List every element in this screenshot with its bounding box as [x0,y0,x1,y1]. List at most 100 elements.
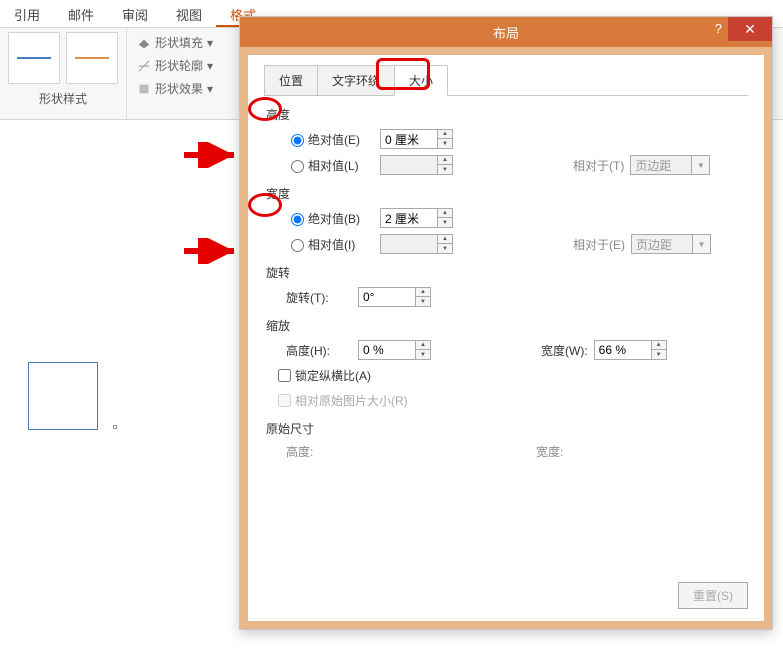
ribbon-tab-mail[interactable]: 邮件 [54,0,108,27]
spin-down-icon[interactable]: ▼ [652,350,666,359]
spin-up-icon[interactable]: ▲ [416,341,430,350]
ribbon-tab-review[interactable]: 审阅 [108,0,162,27]
dialog-tab-size[interactable]: 大小 [394,65,448,96]
shape-effects-label: 形状效果 [155,80,203,97]
scale-height-spinner[interactable]: ▲▼ [358,340,431,360]
width-absolute-input[interactable] [381,209,437,227]
paint-bucket-icon [137,36,151,50]
dropdown-icon: ▾ [207,59,213,73]
rotation-row: 旋转(T): ▲▼ [286,287,748,307]
spin-up-icon[interactable]: ▲ [438,130,452,139]
scale-height-input[interactable] [359,341,415,359]
dialog-close-button[interactable]: ✕ [728,17,772,41]
section-width: 宽度 绝对值(B) ▲▼ 相对值(I) ▲▼ [264,185,748,254]
height-relative-to-label: 相对于(T) [573,157,624,174]
chevron-down-icon: ▼ [692,235,710,253]
selected-rectangle-shape[interactable] [28,362,98,430]
dialog-footer: 重置(S) [678,582,748,609]
lock-aspect-row: 锁定纵横比(A) [274,366,748,385]
effects-icon [137,82,151,96]
rotation-spinner[interactable]: ▲▼ [358,287,431,307]
dialog-tab-position[interactable]: 位置 [264,65,318,95]
dialog-body: 位置 文字环绕 大小 高度 绝对值(E) ▲▼ [240,47,772,629]
rotation-label: 旋转(T): [286,289,358,306]
section-rotation-title: 旋转 [264,264,748,281]
width-relative-input [381,235,437,253]
height-relative-spinner: ▲▼ [380,155,453,175]
width-relative-label: 相对值(I) [308,236,380,253]
dropdown-icon: ▾ [207,36,213,50]
scale-row: 高度(H): ▲▼ 宽度(W): ▲▼ [286,340,748,360]
height-relative-label: 相对值(L) [308,157,380,174]
shape-style-gallery [8,32,118,84]
outline-icon [137,59,151,73]
section-scale-title: 缩放 [264,317,748,334]
rotation-input[interactable] [359,288,415,306]
spin-down-icon[interactable]: ▼ [438,139,452,148]
ribbon-tab-view[interactable]: 视图 [162,0,216,27]
relative-original-label: 相对原始图片大小(R) [295,392,408,409]
scale-width-spinner[interactable]: ▲▼ [594,340,667,360]
section-original: 原始尺寸 高度: 宽度: [264,420,748,460]
original-row: 高度: 宽度: [286,443,748,460]
width-absolute-spinner[interactable]: ▲▼ [380,208,453,228]
width-relative-to-combo: 页边距 ▼ [631,234,711,254]
shape-outline-button[interactable]: 形状轮廓 ▾ [135,55,215,76]
spin-down-icon[interactable]: ▼ [416,297,430,306]
height-relative-to-combo: 页边距 ▼ [630,155,710,175]
width-relative-radio[interactable] [291,239,304,252]
width-relative-to-label: 相对于(E) [573,236,625,253]
shape-fill-label: 形状填充 [155,34,203,51]
height-absolute-input[interactable] [381,130,437,148]
height-relative-input [381,156,437,174]
relative-original-checkbox [278,394,291,407]
shape-style-1[interactable] [8,32,60,84]
resize-handle[interactable] [113,425,117,429]
spin-down-icon: ▼ [438,244,452,253]
ribbon-tab-reference[interactable]: 引用 [0,0,54,27]
dialog-title: 布局 [493,23,519,42]
dialog-titlebar[interactable]: 布局 ? ✕ [240,17,772,47]
spin-up-icon[interactable]: ▲ [652,341,666,350]
width-absolute-row: 绝对值(B) ▲▼ [286,208,748,228]
shape-fill-button[interactable]: 形状填充 ▾ [135,32,215,53]
original-width-label: 宽度: [536,443,563,460]
spin-down-icon[interactable]: ▼ [438,218,452,227]
section-scale: 缩放 高度(H): ▲▼ 宽度(W): ▲▼ 锁定纵横比(A) [264,317,748,410]
section-rotation: 旋转 旋转(T): ▲▼ [264,264,748,307]
dialog-help-button[interactable]: ? [715,21,722,36]
layout-dialog: 布局 ? ✕ 位置 文字环绕 大小 高度 绝对值(E) [239,16,773,630]
scale-height-label: 高度(H): [286,342,358,359]
height-absolute-row: 绝对值(E) ▲▼ [286,129,748,149]
height-absolute-radio[interactable] [291,134,304,147]
shape-style-2[interactable] [66,32,118,84]
chevron-down-icon: ▼ [691,156,709,174]
scale-width-input[interactable] [595,341,651,359]
shape-options: 形状填充 ▾ 形状轮廓 ▾ 形状效果 ▾ [127,28,223,119]
width-absolute-radio[interactable] [291,213,304,226]
height-relative-radio[interactable] [291,160,304,173]
spin-up-icon[interactable]: ▲ [416,288,430,297]
spin-down-icon[interactable]: ▼ [416,350,430,359]
section-width-title: 宽度 [264,185,748,202]
height-relative-row: 相对值(L) ▲▼ 相对于(T) 页边距 ▼ [286,155,748,175]
section-original-title: 原始尺寸 [264,420,748,437]
lock-aspect-checkbox[interactable] [278,369,291,382]
spin-up-icon: ▲ [438,156,452,165]
close-icon: ✕ [744,21,756,38]
spin-up-icon: ▲ [438,235,452,244]
spin-up-icon[interactable]: ▲ [438,209,452,218]
scale-width-label: 宽度(W): [541,342,588,359]
height-absolute-label: 绝对值(E) [308,131,380,148]
width-relative-row: 相对值(I) ▲▼ 相对于(E) 页边距 ▼ [286,234,748,254]
shape-outline-label: 形状轮廓 [155,57,203,74]
height-absolute-spinner[interactable]: ▲▼ [380,129,453,149]
dropdown-icon: ▾ [207,82,213,96]
ribbon-group-label: 形状样式 [8,90,118,107]
lock-aspect-label: 锁定纵横比(A) [295,367,371,384]
shape-effects-button[interactable]: 形状效果 ▾ [135,78,215,99]
width-relative-spinner: ▲▼ [380,234,453,254]
reset-button: 重置(S) [678,582,748,609]
dialog-tab-textwrap[interactable]: 文字环绕 [317,65,395,95]
width-relative-to-value: 页边距 [632,236,692,253]
